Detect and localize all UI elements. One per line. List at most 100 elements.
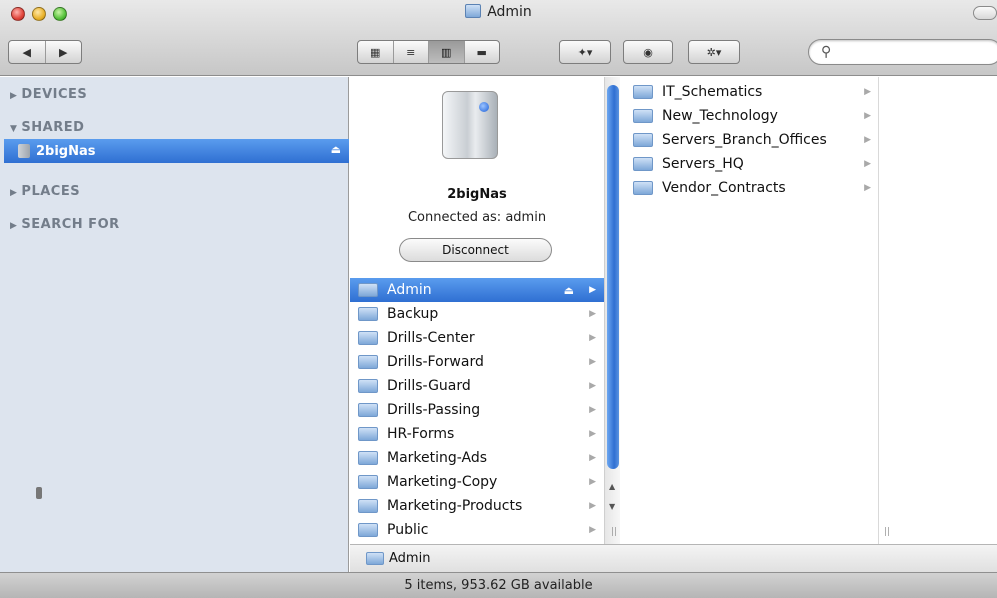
chevron-right-icon: ▶: [589, 429, 596, 439]
list-item[interactable]: Marketing-Copy ▶: [350, 470, 604, 494]
column-scrollbar[interactable]: ▲ ▼ ||: [604, 77, 620, 544]
chevron-right-icon: ▶: [589, 357, 596, 367]
folder-icon: [358, 451, 378, 465]
search-icon: ⚲: [821, 44, 832, 60]
folder-icon: [633, 181, 653, 195]
window-title-bar: Admin: [0, 4, 997, 20]
sidebar-section-devices[interactable]: ▶ DEVICES: [10, 87, 87, 102]
chevron-right-icon: ▶: [589, 453, 596, 463]
disclosure-triangle-icon: ▶: [10, 221, 18, 231]
sidebar-section-shared[interactable]: ▼ SHARED: [10, 120, 84, 135]
eye-icon: ◉: [643, 45, 653, 59]
chevron-right-icon: ▶: [589, 477, 596, 487]
path-item[interactable]: Admin: [389, 551, 430, 566]
icon-view-button[interactable]: ▦: [358, 41, 394, 63]
folder-icon: [633, 133, 653, 147]
folder-icon: [358, 475, 378, 489]
eject-icon[interactable]: ⏏: [331, 143, 341, 156]
folder-icon: [633, 157, 653, 171]
folder-icon: [366, 552, 384, 565]
connection-status: Connected as: admin: [407, 210, 547, 225]
list-item[interactable]: Drills-Passing ▶: [350, 398, 604, 422]
list-item[interactable]: Public ▶: [350, 518, 604, 542]
status-bar: 5 items, 953.62 GB available: [0, 572, 997, 598]
list-item[interactable]: Servers_Branch_Offices ▶: [621, 128, 879, 152]
chevron-right-icon: ▶: [589, 501, 596, 511]
disclosure-triangle-icon: ▼: [10, 124, 18, 134]
list-item[interactable]: Drills-Forward ▶: [350, 350, 604, 374]
scrollbar-thumb[interactable]: [607, 85, 619, 469]
action-menu-button[interactable]: ✲▾: [688, 40, 740, 64]
view-mode-selector: ▦ ≡ ▥ ▬: [357, 40, 500, 64]
back-button[interactable]: ◀: [9, 41, 46, 63]
disconnect-button[interactable]: Disconnect: [399, 238, 552, 262]
forward-button[interactable]: ▶: [46, 41, 82, 63]
list-item[interactable]: Marketing-Products ▶: [350, 494, 604, 518]
chevron-right-icon: ▶: [589, 285, 596, 295]
chevron-right-icon: ▶: [589, 405, 596, 415]
scroll-up-arrow-icon[interactable]: ▲: [609, 482, 615, 491]
quick-look-button[interactable]: ◉: [623, 40, 673, 64]
list-view-button[interactable]: ≡: [394, 41, 429, 63]
chevron-right-icon: ▶: [864, 135, 871, 145]
gear-icon: ✲▾: [706, 45, 722, 59]
list-item[interactable]: New_Technology ▶: [621, 104, 879, 128]
list-item[interactable]: Drills-Guard ▶: [350, 374, 604, 398]
list-item[interactable]: Drills-Center ▶: [350, 326, 604, 350]
device-name: 2bigNas: [447, 187, 507, 202]
disclosure-triangle-icon: ▶: [10, 91, 18, 101]
column-empty: ||: [880, 77, 997, 544]
sidebar-resize-handle[interactable]: [36, 487, 42, 499]
folder-icon: [358, 379, 378, 393]
search-field[interactable]: ⚲: [808, 39, 997, 65]
folder-icon: [633, 109, 653, 123]
list-item[interactable]: HR-Forms ▶: [350, 422, 604, 446]
dropbox-icon: ✦▾: [577, 45, 593, 59]
navigation-buttons: ◀ ▶: [8, 40, 82, 64]
column-resize-handle[interactable]: ||: [884, 527, 890, 537]
list-item[interactable]: Servers_HQ ▶: [621, 152, 879, 176]
folder-icon: [358, 355, 378, 369]
folder-icon: [465, 4, 482, 18]
folder-icon: [358, 499, 378, 513]
column-admin-contents: IT_Schematics ▶ New_Technology ▶ Servers_B…: [621, 77, 879, 544]
scroll-down-arrow-icon[interactable]: ▼: [609, 502, 615, 511]
chevron-right-icon: ▶: [589, 381, 596, 391]
chevron-right-icon: ▶: [864, 183, 871, 193]
folder-icon: [358, 427, 378, 441]
chevron-right-icon: ▶: [864, 87, 871, 97]
folder-icon: [358, 403, 378, 417]
chevron-right-icon: ▶: [589, 309, 596, 319]
chevron-right-icon: ▶: [589, 333, 596, 343]
folder-icon: [358, 523, 378, 537]
list-item[interactable]: Vendor_Contracts ▶: [621, 176, 879, 200]
dropbox-menu-button[interactable]: ✦▾: [559, 40, 611, 64]
nas-device-icon: [442, 91, 498, 159]
column-resize-handle[interactable]: ||: [611, 527, 617, 537]
chevron-right-icon: ▶: [864, 159, 871, 169]
list-item[interactable]: Marketing-Ads ▶: [350, 446, 604, 470]
status-text: 5 items, 953.62 GB available: [404, 578, 593, 593]
column-view-button[interactable]: ▥: [429, 41, 465, 63]
list-item[interactable]: Backup ▶: [350, 302, 604, 326]
disclosure-triangle-icon: ▶: [10, 188, 18, 198]
folder-icon: [358, 307, 378, 321]
sidebar-section-search-for[interactable]: ▶ SEARCH FOR: [10, 217, 120, 232]
sidebar-item-label: 2bigNas: [36, 143, 96, 159]
list-item[interactable]: IT_Schematics ▶: [621, 80, 879, 104]
sidebar: ▶ DEVICES ▼ SHARED 2bigNas ⏏ ▶ PLACES ▶ SEAR…: [0, 77, 349, 572]
toolbar-toggle-button[interactable]: [973, 6, 997, 20]
window-title: Admin: [487, 4, 532, 20]
list-item[interactable]: Admin ⏏ ▶: [350, 278, 604, 302]
window-toolbar: Admin ◀ ▶ ▦ ≡ ▥ ▬ ✦▾ ◉ ✲▾ ⚲: [0, 0, 997, 76]
path-bar: Admin: [350, 544, 997, 572]
nas-drive-icon: [18, 144, 30, 158]
coverflow-view-button[interactable]: ▬: [465, 41, 500, 63]
chevron-right-icon: ▶: [589, 525, 596, 535]
sidebar-item-2bignas[interactable]: 2bigNas ⏏: [4, 139, 349, 163]
folder-icon: [633, 85, 653, 99]
eject-icon[interactable]: ⏏: [564, 284, 574, 297]
sidebar-section-places[interactable]: ▶ PLACES: [10, 184, 80, 199]
folder-icon: [358, 283, 378, 297]
column-shares: 2bigNas Connected as: admin Disconnect A…: [350, 77, 604, 544]
